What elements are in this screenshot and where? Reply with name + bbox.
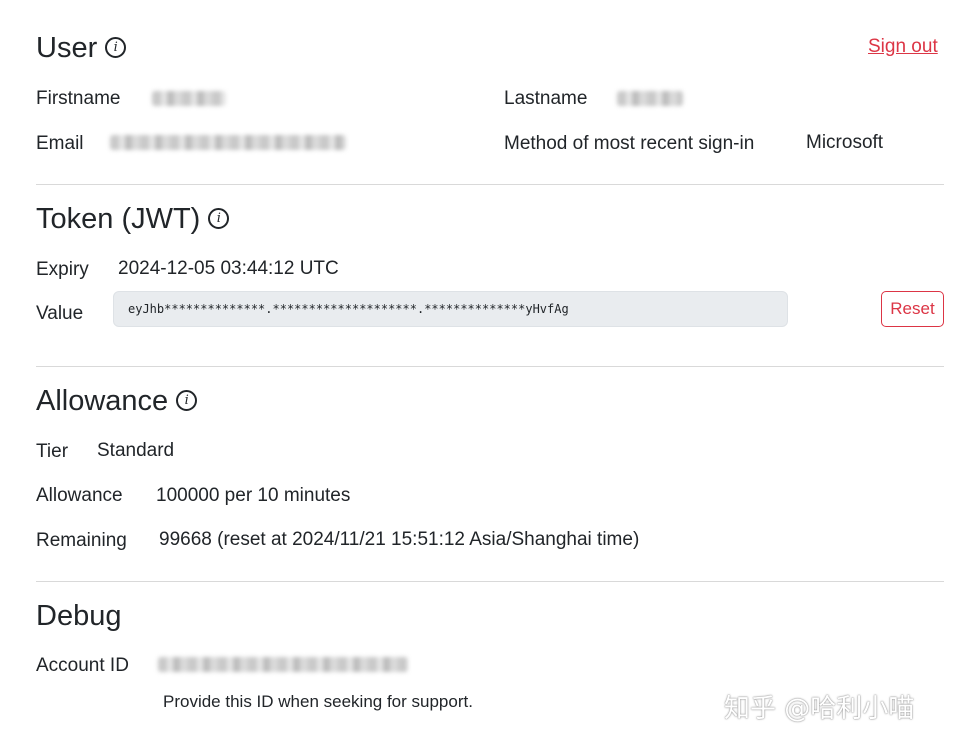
remaining-value: 99668 (reset at 2024/11/21 15:51:12 Asia…	[159, 529, 640, 550]
email-value-redacted	[110, 135, 346, 155]
tier-value: Standard	[97, 440, 175, 461]
info-circle-icon[interactable]: i	[105, 36, 127, 58]
user-heading: User i	[36, 32, 127, 65]
allowance-label: Allowance	[36, 485, 123, 506]
sign-in-method-label: Method of most recent sign-in	[504, 133, 755, 154]
remaining-label: Remaining	[36, 530, 127, 551]
expiry-value: 2024-12-05 03:44:12 UTC	[118, 258, 339, 279]
allowance-value: 100000 per 10 minutes	[156, 485, 351, 506]
sign-out-link[interactable]: Sign out	[868, 36, 938, 58]
token-heading-text: Token (JWT)	[36, 203, 201, 235]
token-heading: Token (JWT) i	[36, 203, 230, 236]
divider	[36, 366, 944, 367]
lastname-value-redacted	[617, 91, 683, 111]
debug-heading: Debug	[36, 600, 122, 632]
watermark: 知乎 @哈利小喵	[724, 694, 915, 724]
account-id-value-redacted[interactable]	[158, 657, 408, 677]
expiry-label: Expiry	[36, 259, 89, 280]
info-circle-icon[interactable]: i	[208, 207, 230, 229]
divider	[36, 581, 944, 582]
reset-button[interactable]: Reset	[881, 291, 944, 327]
email-label: Email	[36, 133, 84, 154]
divider	[36, 184, 944, 185]
sign-in-method-value: Microsoft	[806, 132, 884, 153]
lastname-label: Lastname	[504, 88, 588, 109]
firstname-label: Firstname	[36, 88, 121, 109]
token-value-field[interactable]: eyJhb**************.********************…	[113, 291, 788, 327]
tier-label: Tier	[36, 441, 69, 462]
allowance-heading: Allowance i	[36, 385, 198, 418]
token-value-label: Value	[36, 303, 84, 324]
account-id-label: Account ID	[36, 655, 129, 676]
user-heading-text: User	[36, 32, 98, 64]
account-id-help-text: Provide this ID when seeking for support…	[163, 692, 473, 711]
firstname-value-redacted	[152, 91, 226, 111]
info-circle-icon[interactable]: i	[176, 389, 198, 411]
allowance-heading-text: Allowance	[36, 385, 169, 417]
